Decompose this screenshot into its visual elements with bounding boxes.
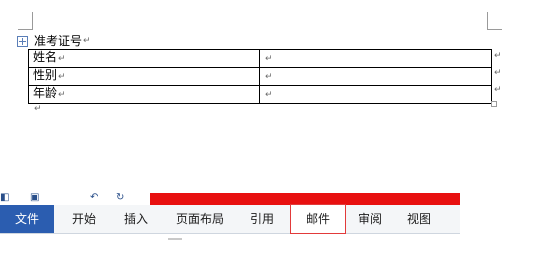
paragraph-mark-icon: ↵ <box>265 90 273 100</box>
table-cell-label[interactable]: 年龄↵ <box>28 85 260 104</box>
save-icon[interactable]: ▣ <box>30 192 39 204</box>
table-row: 性别↵ ↵ <box>28 67 492 86</box>
table-cell-value[interactable]: ↵ <box>259 67 492 86</box>
row-end-mark-icon: ↵ <box>494 85 502 95</box>
table-row: 年龄↵ ↵ <box>28 85 492 104</box>
table-cell-value[interactable]: ↵ <box>259 49 492 68</box>
cell-label: 姓名 <box>33 50 58 64</box>
table-move-handle-icon[interactable] <box>17 35 28 47</box>
paragraph-mark-icon: ↵ <box>58 54 66 64</box>
paragraph-mark-icon: ↵ <box>83 36 91 46</box>
paragraph-mark-icon: ↵ <box>58 90 66 100</box>
paragraph-mark-icon: ↵ <box>265 72 273 82</box>
paragraph-mark-icon: ↵ <box>58 72 66 82</box>
row-end-mark-icon: ↵ <box>494 68 502 78</box>
table-cell-label[interactable]: 性别↵ <box>28 67 260 86</box>
paragraph-mark-icon: ↵ <box>34 104 42 114</box>
app-icon: ◧ <box>0 192 10 203</box>
table-cell-label[interactable]: 姓名↵ <box>28 49 260 68</box>
tab-mailings[interactable]: 邮件 <box>290 204 346 234</box>
ribbon-group-divider <box>168 238 182 240</box>
redo-icon[interactable]: ↻ <box>116 192 124 204</box>
table-cell-value[interactable]: ↵ <box>259 85 492 104</box>
page-corner-top-left <box>18 12 33 30</box>
cell-label: 年龄 <box>33 86 58 100</box>
tab-view[interactable]: 视图 <box>398 205 440 233</box>
tab-page-layout[interactable]: 页面布局 <box>168 205 232 233</box>
undo-icon[interactable]: ↶ <box>90 192 98 204</box>
tab-references[interactable]: 引用 <box>240 205 284 233</box>
cell-label: 性别 <box>33 68 58 82</box>
document-title-row: 准考证号 ↵ <box>17 33 91 49</box>
tab-insert[interactable]: 插入 <box>114 205 158 233</box>
quick-access-toolbar: ◧ ▣ ↶ ↻ <box>0 192 460 205</box>
page-corner-top-right <box>487 12 502 30</box>
tab-file[interactable]: 文件 <box>0 205 54 233</box>
document-title[interactable]: 准考证号 <box>34 33 82 49</box>
tab-home[interactable]: 开始 <box>62 205 106 233</box>
row-end-mark-icon: ↵ <box>494 51 502 61</box>
table-resize-handle-icon[interactable] <box>491 101 497 107</box>
ribbon-tab-bar: 文件 开始 插入 页面布局 引用 邮件 审阅 视图 <box>0 204 460 234</box>
paragraph-mark-icon: ↵ <box>265 54 273 64</box>
table-row: 姓名↵ ↵ <box>28 49 492 68</box>
info-table: 姓名↵ ↵ 性别↵ ↵ 年龄↵ ↵ <box>28 49 492 104</box>
tab-review[interactable]: 审阅 <box>350 205 390 233</box>
